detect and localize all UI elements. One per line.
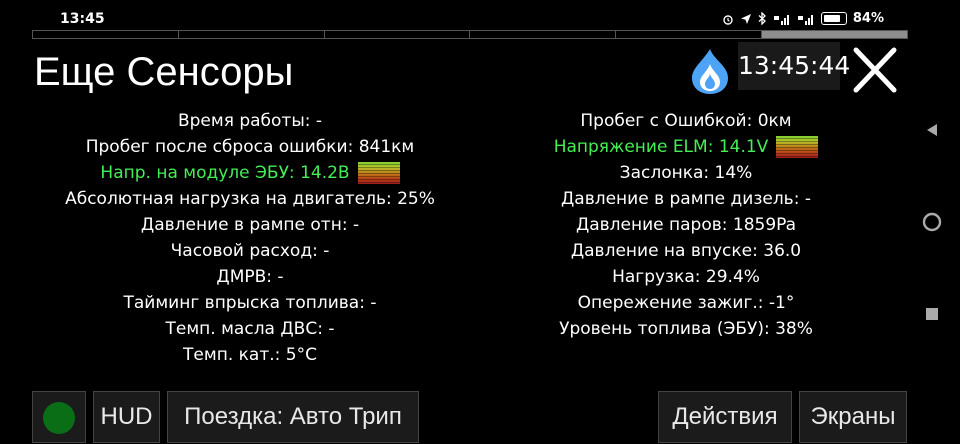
sensor-label: Темп. масла ДВС: - bbox=[165, 319, 335, 339]
alarm-icon bbox=[723, 14, 733, 25]
sensor-label: Пробег после сброса ошибки: 841км bbox=[85, 137, 415, 157]
sensor-row[interactable]: Напр. на модуле ЭБУ: 14.2В bbox=[20, 160, 480, 186]
page-indicator bbox=[32, 30, 908, 39]
signal-icon bbox=[773, 14, 789, 25]
sensor-row[interactable]: Давление на впуске: 36.0 bbox=[456, 238, 916, 264]
battery-percent: 84% bbox=[852, 11, 884, 26]
sensor-label: Опережение зажиг.: -1° bbox=[577, 293, 795, 313]
sensor-label: Давление в рампе дизель: - bbox=[561, 189, 811, 209]
sensor-label: Нагрузка: 29.4% bbox=[612, 267, 760, 287]
clock-display: 13:45:44 bbox=[738, 42, 850, 90]
sensor-row[interactable]: Абсолютная нагрузка на двигатель: 25% bbox=[20, 186, 480, 212]
sensor-label: Давление паров: 1859Pa bbox=[575, 215, 797, 235]
sensor-row[interactable]: Опережение зажиг.: -1° bbox=[456, 290, 916, 316]
voltage-gauge-icon bbox=[357, 162, 400, 184]
actions-button[interactable]: Действия bbox=[658, 391, 792, 443]
sensor-label: Темп. кат.: 5°C bbox=[183, 345, 317, 365]
sensor-row[interactable]: Тайминг впрыска топлива: - bbox=[20, 290, 480, 316]
sensor-row[interactable]: Нагрузка: 29.4% bbox=[456, 264, 916, 290]
sensor-label: Время работы: - bbox=[177, 111, 323, 131]
sensor-row[interactable]: Темп. кат.: 5°C bbox=[20, 342, 480, 368]
sensor-row[interactable]: Время работы: - bbox=[20, 108, 480, 134]
sensor-row[interactable]: Темп. масла ДВС: - bbox=[20, 316, 480, 342]
flame-icon[interactable] bbox=[684, 46, 736, 96]
screens-button[interactable]: Экраны bbox=[799, 391, 907, 443]
sensor-label: Напр. на модуле ЭБУ: 14.2В bbox=[100, 163, 350, 183]
sensor-label: Абсолютная нагрузка на двигатель: 25% bbox=[65, 189, 435, 209]
sensor-label: Давление на впуске: 36.0 bbox=[570, 241, 802, 261]
status-time: 13:45 bbox=[60, 11, 105, 27]
sensor-row[interactable]: Пробег с Ошибкой: 0км bbox=[456, 108, 916, 134]
sensor-label: Тайминг впрыска топлива: - bbox=[123, 293, 377, 313]
close-icon[interactable] bbox=[848, 44, 902, 96]
page-indicator-segment bbox=[178, 31, 325, 38]
connection-status-dot bbox=[43, 402, 75, 434]
sensor-row[interactable]: ДМРВ: - bbox=[20, 264, 480, 290]
sensor-label: ДМРВ: - bbox=[216, 267, 284, 287]
nav-back-icon[interactable] bbox=[920, 122, 944, 138]
sensor-label: Пробег с Ошибкой: 0км bbox=[580, 111, 792, 131]
sensor-row[interactable]: Часовой расход: - bbox=[20, 238, 480, 264]
battery-icon bbox=[820, 12, 847, 25]
page-indicator-segment bbox=[470, 31, 617, 38]
status-icons: 84% bbox=[722, 11, 884, 26]
sensor-row[interactable]: Давление в рампе отн: - bbox=[20, 212, 480, 238]
voltage-gauge-icon bbox=[776, 136, 819, 158]
sensor-label: Уровень топлива (ЭБУ): 38% bbox=[559, 319, 813, 339]
sensor-row[interactable]: Пробег после сброса ошибки: 841км bbox=[20, 134, 480, 160]
sensor-row[interactable]: Напряжение ELM: 14.1V bbox=[456, 134, 916, 160]
bluetooth-icon bbox=[758, 12, 766, 25]
hud-button[interactable]: HUD bbox=[93, 391, 160, 443]
sensor-label: Давление в рампе отн: - bbox=[140, 215, 360, 235]
sensor-label: Напряжение ELM: 14.1V bbox=[553, 137, 769, 157]
signal-icon bbox=[797, 14, 813, 25]
sensor-list-left: Время работы: - Пробег после сброса ошибк… bbox=[20, 108, 480, 368]
trip-button[interactable]: Поездка: Авто Трип bbox=[167, 391, 419, 443]
page-title: Еще Сенсоры bbox=[34, 50, 294, 94]
sensor-row[interactable]: Уровень топлива (ЭБУ): 38% bbox=[456, 316, 916, 342]
page-indicator-segment bbox=[324, 31, 471, 38]
sensor-label: Заслонка: 14% bbox=[619, 163, 753, 183]
sensor-row[interactable]: Давление паров: 1859Pa bbox=[456, 212, 916, 238]
page-indicator-segment bbox=[616, 31, 763, 38]
location-icon bbox=[740, 13, 751, 24]
sensor-list-right: Пробег с Ошибкой: 0км Напряжение ELM: 14.… bbox=[456, 108, 916, 342]
sensor-row[interactable]: Давление в рампе дизель: - bbox=[456, 186, 916, 212]
sensor-label: Часовой расход: - bbox=[170, 241, 330, 261]
page-indicator-segment bbox=[33, 31, 179, 38]
nav-recents-icon[interactable] bbox=[920, 306, 944, 322]
nav-home-icon[interactable] bbox=[920, 210, 944, 234]
connection-status-button[interactable] bbox=[32, 391, 86, 443]
sensor-row[interactable]: Заслонка: 14% bbox=[456, 160, 916, 186]
page-indicator-segment bbox=[762, 31, 907, 38]
